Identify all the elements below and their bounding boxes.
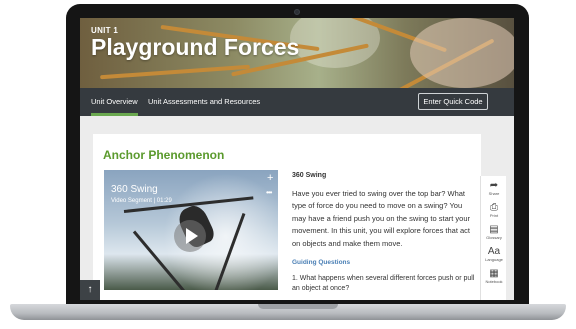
guiding-questions-heading[interactable]: Guiding Questions [292,259,477,266]
notebook-tool[interactable]: ▦ Notebook [481,268,507,285]
tool-rail: ➦ Share ⎙ Print ▤ Glossary Aa Language ▦ [480,176,506,300]
guiding-question-1: 1. What happens when several different f… [292,275,475,293]
hero-arm [410,18,514,88]
book-icon: ▤ [489,224,499,235]
notebook-label: Notebook [485,279,503,284]
unit-nav: Unit Overview Unit Assessments and Resou… [80,88,514,116]
hero-banner: UNIT 1 Playground Forces [80,18,514,88]
play-icon[interactable] [174,220,206,252]
language-tool[interactable]: Aa Language [481,246,507,263]
share-label: Share [488,191,500,196]
share-tool[interactable]: ➦ Share [481,180,507,197]
enter-quick-code-button[interactable]: Enter Quick Code [418,93,488,110]
arrow-up-icon[interactable]: ↑ [80,280,100,300]
screen: UNIT 1 Playground Forces Unit Overview U… [80,18,514,300]
language-icon: Aa [487,246,501,257]
video-player[interactable]: 360 Swing Video Segment | 01:29 + ••• [104,170,278,290]
print-tool[interactable]: ⎙ Print [481,202,507,219]
laptop-mockup: UNIT 1 Playground Forces Unit Overview U… [0,0,576,329]
tab-unit-overview[interactable]: Unit Overview [91,88,138,116]
video-title: 360 Swing [111,184,158,195]
glossary-label: Glossary [486,235,502,240]
page-title: Playground Forces [91,34,300,60]
main-content: Anchor Phenomenon 360 Swing Video Segmen… [80,116,514,300]
hero-bar-4 [100,64,250,80]
webcam [294,9,300,15]
print-label: Print [489,213,499,218]
ellipsis-icon[interactable]: ••• [266,188,272,197]
glossary-tool[interactable]: ▤ Glossary [481,224,507,241]
section-title: Anchor Phenomenon [103,148,225,162]
anchor-card: Anchor Phenomenon 360 Swing Video Segmen… [93,134,481,300]
share-icon: ➦ [489,180,499,191]
print-icon: ⎙ [490,202,498,213]
laptop-notch [258,304,338,309]
plus-icon[interactable]: + [267,172,273,184]
language-label: Language [485,257,503,262]
tab-unit-assessments[interactable]: Unit Assessments and Resources [148,88,260,116]
notebook-icon: ▦ [489,268,499,279]
segment-title: 360 Swing [292,172,327,179]
video-meta: Video Segment | 01:29 [111,198,172,204]
segment-description: Have you ever tried to swing over the to… [292,189,471,248]
anchor-text: 360 Swing Have you ever tried to swing o… [292,172,477,294]
